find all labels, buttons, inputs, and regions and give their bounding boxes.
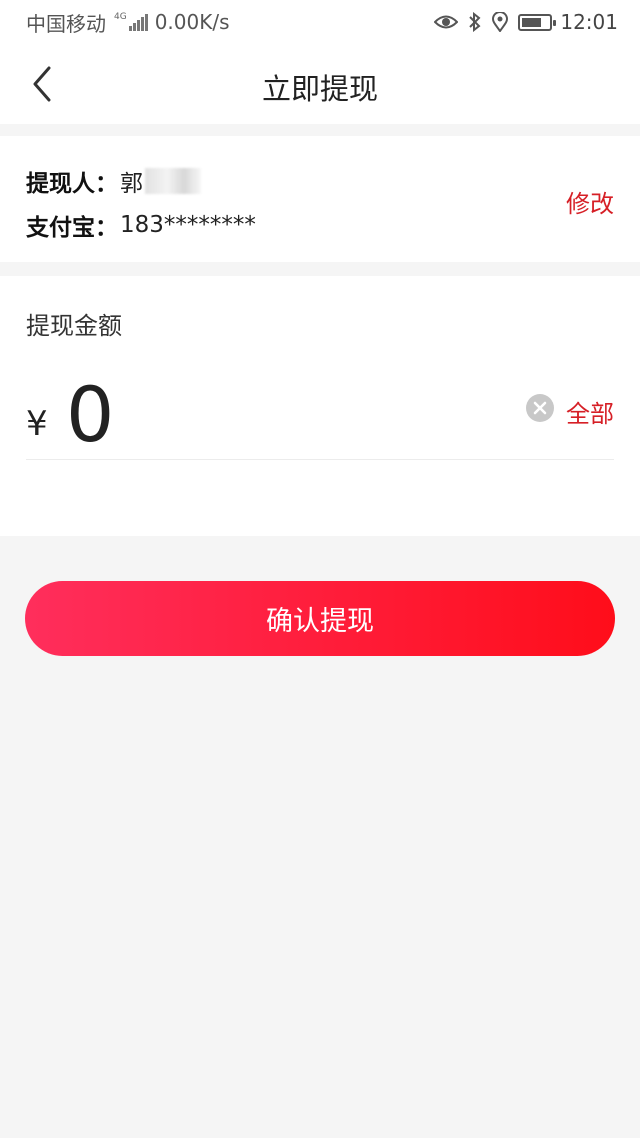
signal-icon: 4G <box>114 13 149 31</box>
confirm-withdraw-button[interactable]: 确认提现 <box>25 581 615 656</box>
amount-label: 提现金额 <box>26 312 122 340</box>
amount-card: 提现金额 ¥ 全部 <box>0 276 640 536</box>
clear-circle-icon <box>533 401 547 415</box>
bluetooth-icon <box>468 12 482 32</box>
network-speed: 0.00K/s <box>154 10 230 34</box>
alipay-label: 支付宝： <box>26 215 118 241</box>
status-right: 12:01 <box>424 10 618 34</box>
redacted-mask <box>145 168 201 194</box>
eye-icon <box>434 14 459 30</box>
nav-bar: 立即提现 <box>0 44 640 124</box>
status-left: 中国移动 4G 0.00K/s <box>26 8 236 37</box>
alipay-account: 183******** <box>120 212 256 238</box>
payee-label: 提现人： <box>26 171 118 197</box>
location-icon <box>492 12 509 32</box>
modify-link[interactable]: 修改 <box>566 184 614 219</box>
battery-icon <box>518 13 557 31</box>
amount-row: ¥ 全部 <box>26 368 614 460</box>
clear-button[interactable] <box>526 394 554 422</box>
currency-symbol: ¥ <box>26 404 48 444</box>
payee-row: 提现人： 郭 <box>26 164 201 198</box>
clock: 12:01 <box>560 10 618 34</box>
withdraw-all-link[interactable]: 全部 <box>566 394 614 429</box>
alipay-row: 支付宝： 183******** <box>26 208 256 242</box>
carrier-name: 中国移动 <box>26 11 106 36</box>
payee-name: 郭 <box>120 171 143 197</box>
account-card: 提现人： 郭 支付宝： 183******** 修改 <box>0 136 640 262</box>
status-bar: 中国移动 4G 0.00K/s 12:01 <box>0 0 640 44</box>
network-type: 4G <box>114 12 127 22</box>
page-title: 立即提现 <box>261 72 378 106</box>
amount-input[interactable] <box>66 368 486 460</box>
